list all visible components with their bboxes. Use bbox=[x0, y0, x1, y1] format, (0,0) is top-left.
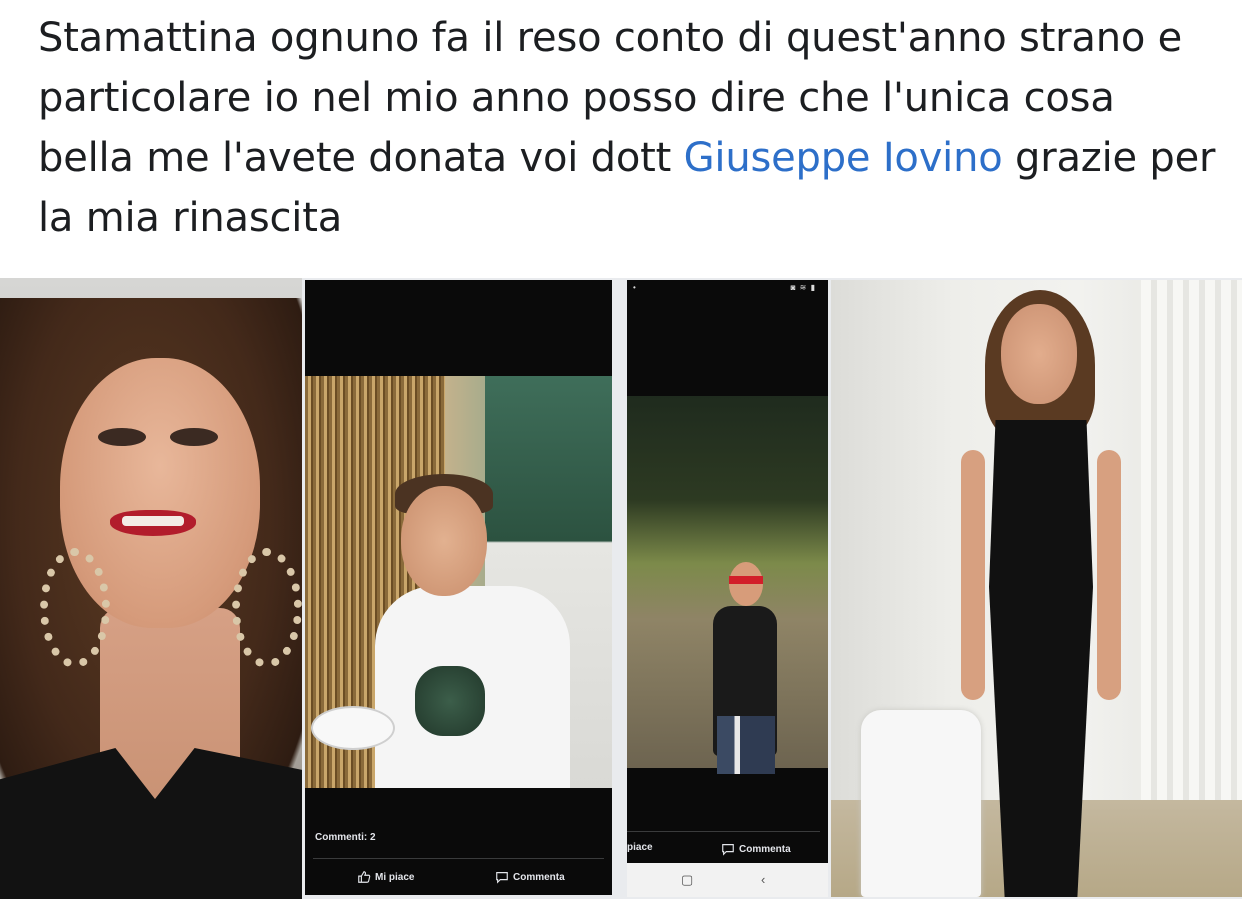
photo-portrait-closeup[interactable] bbox=[0, 278, 302, 899]
comment-bubble-icon bbox=[496, 872, 508, 884]
divider bbox=[627, 831, 820, 832]
photo-eye bbox=[170, 428, 218, 446]
mention-link[interactable]: Giuseppe Iovino bbox=[684, 135, 1003, 181]
back-nav-icon[interactable]: ‹ bbox=[761, 872, 765, 887]
like-label: piace bbox=[627, 842, 653, 853]
comment-bubble-icon bbox=[722, 844, 734, 856]
earring-icon bbox=[232, 548, 302, 668]
comment-button[interactable]: Commenta bbox=[495, 870, 565, 884]
photo-chair bbox=[861, 710, 981, 897]
signal-wifi-battery-icon: ◙ ≋ ▮ bbox=[790, 283, 816, 292]
divider bbox=[313, 858, 604, 859]
comment-label: Commenta bbox=[513, 871, 565, 883]
phone-status-bar: • ◙ ≋ ▮ bbox=[627, 280, 828, 296]
photo-full-length[interactable] bbox=[831, 280, 1242, 897]
photo-facebook-screenshot-1[interactable]: Commenti: 2 Mi piace Commenta bbox=[305, 280, 612, 895]
post-text: Stamattina ognuno fa il reso conto di qu… bbox=[38, 8, 1218, 248]
photo-face bbox=[1001, 304, 1077, 404]
photo-arm bbox=[961, 450, 985, 700]
screenshot-image bbox=[627, 396, 828, 774]
earring-icon bbox=[40, 548, 110, 668]
status-dot-icon: • bbox=[633, 283, 636, 292]
photo-grid: Commenti: 2 Mi piace Commenta • ◙ ≋ ▮ pi… bbox=[0, 278, 1242, 899]
home-nav-icon[interactable]: ▢ bbox=[681, 872, 693, 888]
photo-shirt-print bbox=[415, 666, 485, 736]
android-nav-bar: ▢ ‹ bbox=[627, 863, 828, 897]
photo-facebook-screenshot-2[interactable]: • ◙ ≋ ▮ piace Commenta ▢ ‹ bbox=[627, 280, 828, 897]
photo-blindfold bbox=[729, 576, 763, 584]
photo-face bbox=[401, 486, 487, 596]
like-label: Mi piace bbox=[375, 871, 415, 883]
photo-plate bbox=[311, 706, 395, 750]
photo-face bbox=[729, 562, 763, 606]
photo-shorts bbox=[717, 716, 775, 774]
like-button[interactable]: piace bbox=[627, 842, 653, 853]
thumbs-up-icon bbox=[358, 871, 371, 883]
photo-teeth bbox=[122, 516, 184, 526]
like-button[interactable]: Mi piace bbox=[357, 870, 414, 884]
comment-button[interactable]: Commenta bbox=[721, 842, 791, 856]
screenshot-image bbox=[305, 376, 612, 788]
photo-eye bbox=[98, 428, 146, 446]
photo-arm bbox=[1097, 450, 1121, 700]
comments-count[interactable]: Commenti: 2 bbox=[315, 832, 612, 843]
comment-label: Commenta bbox=[739, 843, 791, 855]
